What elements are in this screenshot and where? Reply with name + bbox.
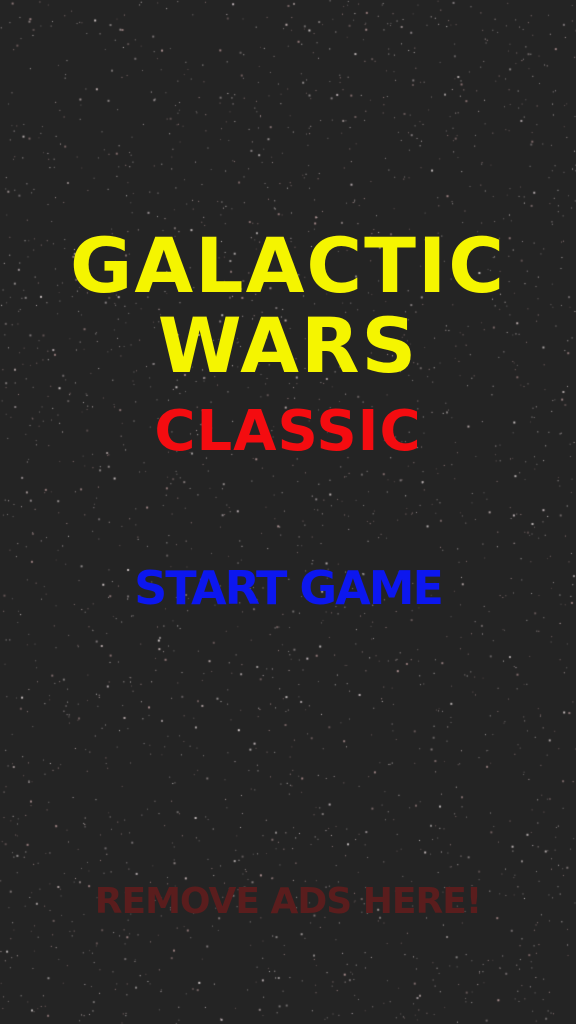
game-title-line-1: GALACTIC	[69, 221, 507, 310]
start-game-button[interactable]: START GAME	[0, 565, 576, 611]
game-main-menu: GALACTIC WARS CLASSIC START GAME REMOVE …	[0, 0, 576, 1024]
game-subtitle: CLASSIC	[154, 399, 422, 464]
starfield-background	[0, 0, 576, 1024]
remove-ads-button[interactable]: REMOVE ADS HERE!	[0, 884, 576, 920]
game-title-line-2: WARS	[157, 301, 419, 390]
